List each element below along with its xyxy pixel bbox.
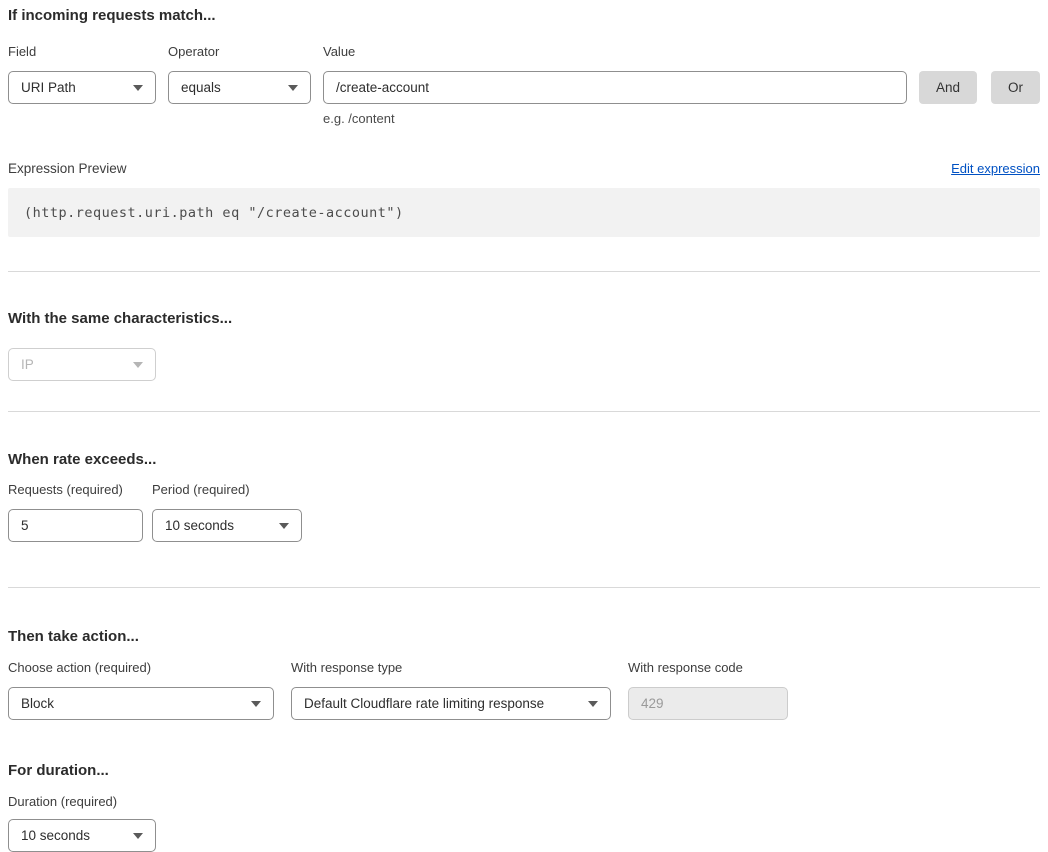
requests-label: Requests (required) (8, 482, 143, 498)
and-button[interactable]: And (919, 71, 977, 104)
match-builder-row: Field URI Path Operator equals Value e.g… (8, 44, 1040, 126)
characteristics-section-heading: With the same characteristics... (8, 310, 1040, 328)
action-select-value: Block (21, 696, 54, 711)
period-select-value: 10 seconds (165, 518, 234, 533)
chevron-down-icon (588, 701, 598, 707)
chevron-down-icon (288, 85, 298, 91)
action-section-heading: Then take action... (8, 628, 1040, 646)
value-label: Value (323, 44, 907, 60)
section-divider (8, 271, 1040, 272)
rate-section-heading: When rate exceeds... (8, 451, 1040, 469)
rate-row: Requests (required) Period (required) 10… (8, 482, 1040, 542)
action-row: Choose action (required) Block With resp… (8, 660, 1040, 720)
period-select[interactable]: 10 seconds (152, 509, 302, 542)
chevron-down-icon (251, 701, 261, 707)
section-divider (8, 411, 1040, 412)
expression-text: (http.request.uri.path eq "/create-accou… (24, 205, 404, 221)
chevron-down-icon (133, 833, 143, 839)
chevron-down-icon (133, 362, 143, 368)
edit-expression-link[interactable]: Edit expression (951, 161, 1040, 176)
response-type-select[interactable]: Default Cloudflare rate limiting respons… (291, 687, 611, 720)
expression-preview-label: Expression Preview (8, 161, 127, 176)
logic-buttons: And Or (919, 71, 1040, 104)
chevron-down-icon (133, 85, 143, 91)
chevron-down-icon (279, 523, 289, 529)
response-type-label: With response type (291, 660, 611, 676)
match-section-heading: If incoming requests match... (8, 7, 1040, 25)
characteristic-select-value: IP (21, 357, 34, 372)
duration-section-heading: For duration... (8, 762, 1040, 780)
duration-select[interactable]: 10 seconds (8, 819, 156, 852)
requests-input[interactable] (8, 509, 143, 542)
value-hint: e.g. /content (323, 111, 907, 126)
choose-action-label: Choose action (required) (8, 660, 274, 676)
action-select[interactable]: Block (8, 687, 274, 720)
operator-label: Operator (168, 44, 311, 60)
expression-preview-header: Expression Preview Edit expression (8, 161, 1040, 176)
duration-label: Duration (required) (8, 794, 1040, 810)
field-label: Field (8, 44, 156, 60)
expression-preview-box: (http.request.uri.path eq "/create-accou… (8, 188, 1040, 237)
or-button[interactable]: Or (991, 71, 1040, 104)
response-code-label: With response code (628, 660, 788, 676)
response-code-input (628, 687, 788, 720)
operator-select-value: equals (181, 80, 221, 95)
section-divider (8, 587, 1040, 588)
field-select-value: URI Path (21, 80, 76, 95)
duration-select-value: 10 seconds (21, 828, 90, 843)
value-input[interactable] (323, 71, 907, 104)
period-label: Period (required) (152, 482, 302, 498)
response-type-select-value: Default Cloudflare rate limiting respons… (304, 696, 544, 711)
operator-select[interactable]: equals (168, 71, 311, 104)
field-select[interactable]: URI Path (8, 71, 156, 104)
characteristic-select: IP (8, 348, 156, 381)
